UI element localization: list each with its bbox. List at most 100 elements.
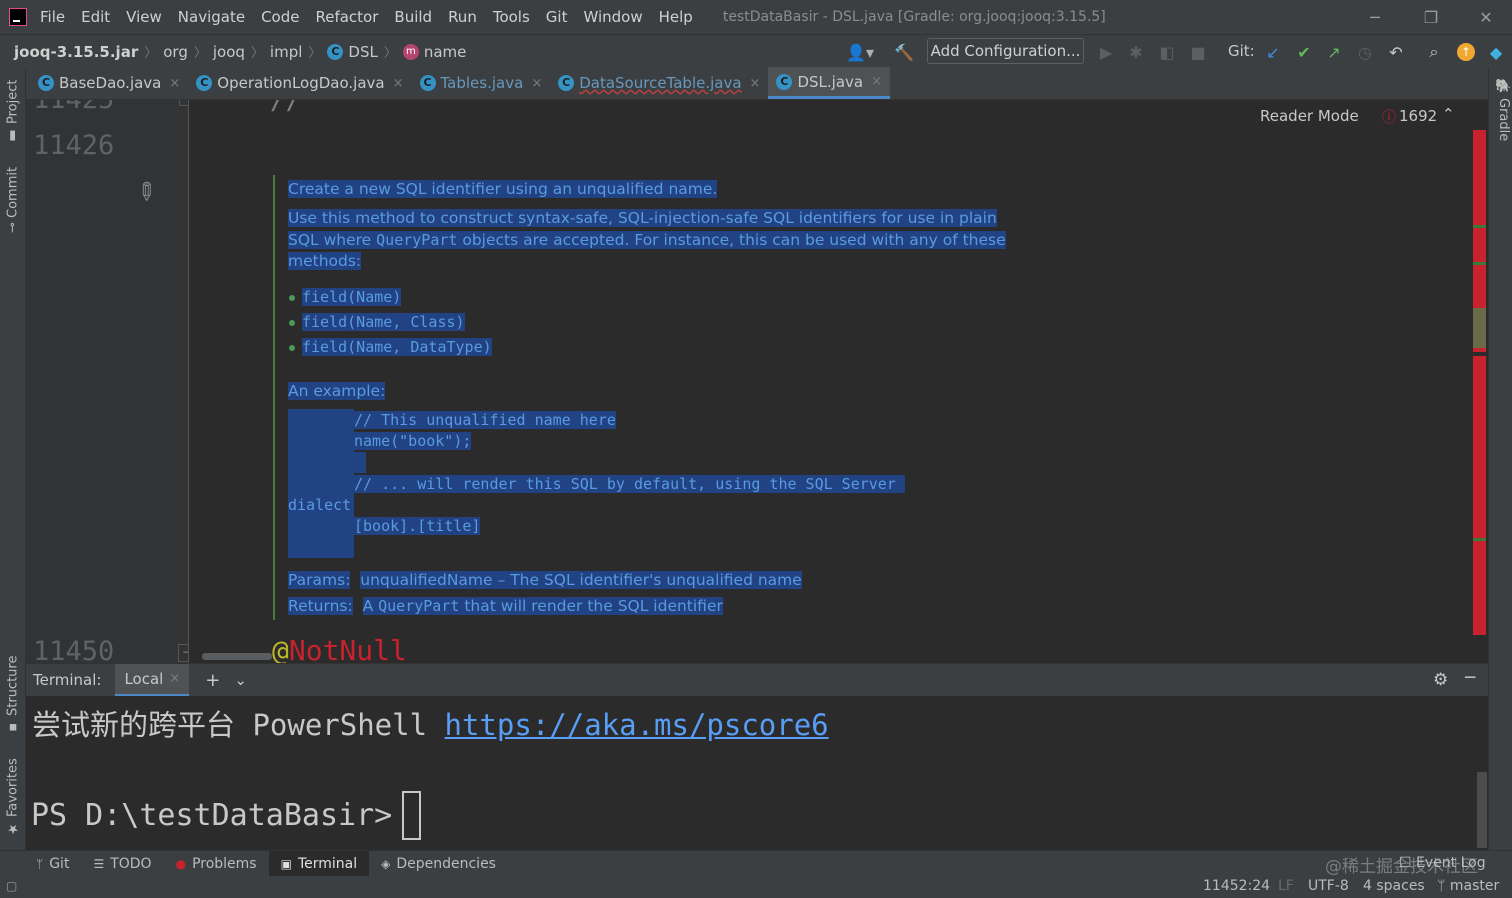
git-push-icon[interactable]: ↗ <box>1324 42 1344 62</box>
method-link[interactable]: field(Name, DataType) <box>302 337 492 358</box>
menu-file[interactable]: File <box>40 8 65 26</box>
class-icon: C <box>38 75 54 91</box>
terminal-link[interactable]: https://aka.ms/pscore6 <box>445 708 829 742</box>
add-terminal-icon[interactable]: + <box>205 670 220 691</box>
caret-position[interactable]: 11452:24 <box>1203 878 1270 894</box>
indent-setting[interactable]: 4 spaces <box>1363 878 1425 894</box>
run-icon[interactable]: ▶ <box>1096 42 1116 62</box>
git-branch[interactable]: ᛘ master <box>1437 878 1499 894</box>
gear-icon[interactable]: ⚙ <box>1433 670 1448 690</box>
tab-basedao[interactable]: C BaseDao.java × <box>30 67 188 99</box>
commit-tab-label: Commit <box>5 167 21 219</box>
error-icon: ⓘ <box>1382 110 1396 126</box>
tab-operationlogdao[interactable]: C OperationLogDao.java × <box>188 67 411 99</box>
commit-tab[interactable]: ⊸ Commit <box>0 164 26 236</box>
menu-window[interactable]: Window <box>583 8 642 26</box>
terminal-scrollbar[interactable] <box>1477 772 1487 848</box>
gradle-tab-label: Gradle <box>1496 98 1511 142</box>
restore-icon[interactable]: ❐ <box>1403 0 1459 34</box>
close-tab-icon[interactable]: × <box>169 671 180 686</box>
bottom-tab-terminal[interactable]: ▣ Terminal <box>268 850 370 877</box>
tab-datasourcetable[interactable]: C DataSourceTable.java × <box>550 67 768 99</box>
menu-navigate[interactable]: Navigate <box>178 8 245 26</box>
menu-git[interactable]: Git <box>546 8 568 26</box>
git-commit-icon[interactable]: ✔ <box>1294 42 1314 62</box>
breadcrumb-jar[interactable]: jooq-3.15.5.jar <box>14 43 138 61</box>
fold-marker-icon[interactable] <box>179 100 188 106</box>
line-number: 11450 <box>33 636 115 663</box>
status-bar: ▢ 11452:24 LF UTF-8 4 spaces ᛘ master <box>0 876 1512 898</box>
close-tab-icon[interactable]: × <box>393 76 404 91</box>
favorites-tab[interactable]: ★ Favorites <box>0 756 26 838</box>
gradle-tab[interactable]: 🐘 Gradle <box>1491 78 1511 141</box>
terminal-tab-local[interactable]: Local × <box>115 663 190 697</box>
tab-dsl[interactable]: C DSL.java × <box>768 67 890 99</box>
update-icon[interactable]: ↑ <box>1456 42 1476 62</box>
breadcrumb-dsl[interactable]: DSL <box>348 43 377 61</box>
chevron-down-icon[interactable]: ⌄ <box>234 671 247 689</box>
close-tab-icon[interactable]: × <box>531 76 542 91</box>
menu-code[interactable]: Code <box>261 8 299 26</box>
code-editor[interactable]: // Reader Mode ⓘ 1692 ⌃ ⌄ Create a new S… <box>190 100 1470 663</box>
tab-label: Tables.java <box>440 74 524 92</box>
structure-icon: ▪ <box>5 719 21 735</box>
terminal-line: 尝试新的跨平台 PowerShell https://aka.ms/pscore… <box>32 708 829 742</box>
rollback-icon[interactable]: ↶ <box>1386 42 1406 62</box>
menu-tools[interactable]: Tools <box>493 8 530 26</box>
menu-edit[interactable]: Edit <box>81 8 110 26</box>
fold-toggle-icon[interactable]: − <box>178 644 188 662</box>
project-tab[interactable]: ▬ Project <box>0 76 26 146</box>
code-line: // This unqualified name here <box>354 411 616 429</box>
add-configuration-button[interactable]: Add Configuration... <box>927 38 1084 64</box>
line-separator[interactable]: LF <box>1278 878 1294 894</box>
coverage-icon[interactable]: ◧ <box>1157 42 1177 62</box>
scroll-thumb[interactable] <box>1473 308 1486 348</box>
menu-build[interactable]: Build <box>394 8 432 26</box>
menu-run[interactable]: Run <box>448 8 477 26</box>
method-link[interactable]: field(Name) <box>302 287 402 308</box>
debug-icon[interactable]: ✱ <box>1126 42 1146 62</box>
build-hammer-icon[interactable]: 🔨 <box>894 42 914 62</box>
error-stripe[interactable] <box>1470 100 1488 663</box>
bottom-tab-git[interactable]: ᛘ Git <box>24 851 81 877</box>
terminal-output[interactable]: 尝试新的跨平台 PowerShell https://aka.ms/pscore… <box>26 696 1488 850</box>
breadcrumb-name[interactable]: name <box>424 43 467 61</box>
close-tab-icon[interactable]: × <box>871 74 882 89</box>
git-history-icon[interactable]: ◷ <box>1355 42 1375 62</box>
bottom-tab-dependencies[interactable]: ◈ Dependencies <box>369 851 508 877</box>
change-marker <box>1473 538 1486 541</box>
menu-help[interactable]: Help <box>659 8 693 26</box>
user-dropdown-icon[interactable]: 👤▾ <box>845 42 875 62</box>
breadcrumb-jooq[interactable]: jooq <box>213 43 245 61</box>
previous-error-icon[interactable]: ⌃ <box>1442 105 1455 123</box>
horizontal-scrollbar[interactable] <box>202 653 272 660</box>
breadcrumb-impl[interactable]: impl <box>270 43 302 61</box>
reader-mode-toggle[interactable]: Reader Mode <box>1260 107 1359 125</box>
method-link[interactable]: field(Name, Class) <box>302 312 465 333</box>
close-window-icon[interactable]: ✕ <box>1458 0 1512 34</box>
tab-label: DSL.java <box>797 72 864 91</box>
plugin-icon[interactable]: ◆ <box>1486 42 1506 62</box>
stop-icon[interactable]: ■ <box>1188 42 1208 62</box>
hide-panel-icon[interactable]: ─ <box>1465 668 1475 688</box>
bottom-tab-problems[interactable]: ● Problems <box>164 851 269 877</box>
bottom-tab-todo[interactable]: ☰ TODO <box>81 851 163 877</box>
file-encoding[interactable]: UTF-8 <box>1308 878 1349 894</box>
git-update-icon[interactable]: ↙ <box>1263 42 1283 62</box>
breadcrumb-org[interactable]: org <box>163 43 188 61</box>
close-tab-icon[interactable]: × <box>750 76 761 91</box>
menu-refactor[interactable]: Refactor <box>315 8 378 26</box>
list-icon: ☰ <box>93 856 105 871</box>
structure-tab[interactable]: ▪ Structure <box>0 654 26 736</box>
search-icon[interactable]: ⌕ <box>1424 42 1444 62</box>
doc-comment-bar <box>273 175 275 620</box>
menu-bar: File Edit View Navigate Code Refactor Bu… <box>0 0 1512 34</box>
close-tab-icon[interactable]: × <box>169 76 180 91</box>
menu-view[interactable]: View <box>126 8 162 26</box>
error-count[interactable]: 1692 <box>1399 107 1437 125</box>
panel-toggle-icon[interactable]: ▢ <box>6 879 17 893</box>
class-icon: C <box>419 75 436 91</box>
tab-tables[interactable]: C Tables.java × <box>412 67 551 99</box>
minimize-icon[interactable]: ─ <box>1347 0 1403 34</box>
edit-pencil-icon[interactable]: ✎ <box>129 175 163 209</box>
